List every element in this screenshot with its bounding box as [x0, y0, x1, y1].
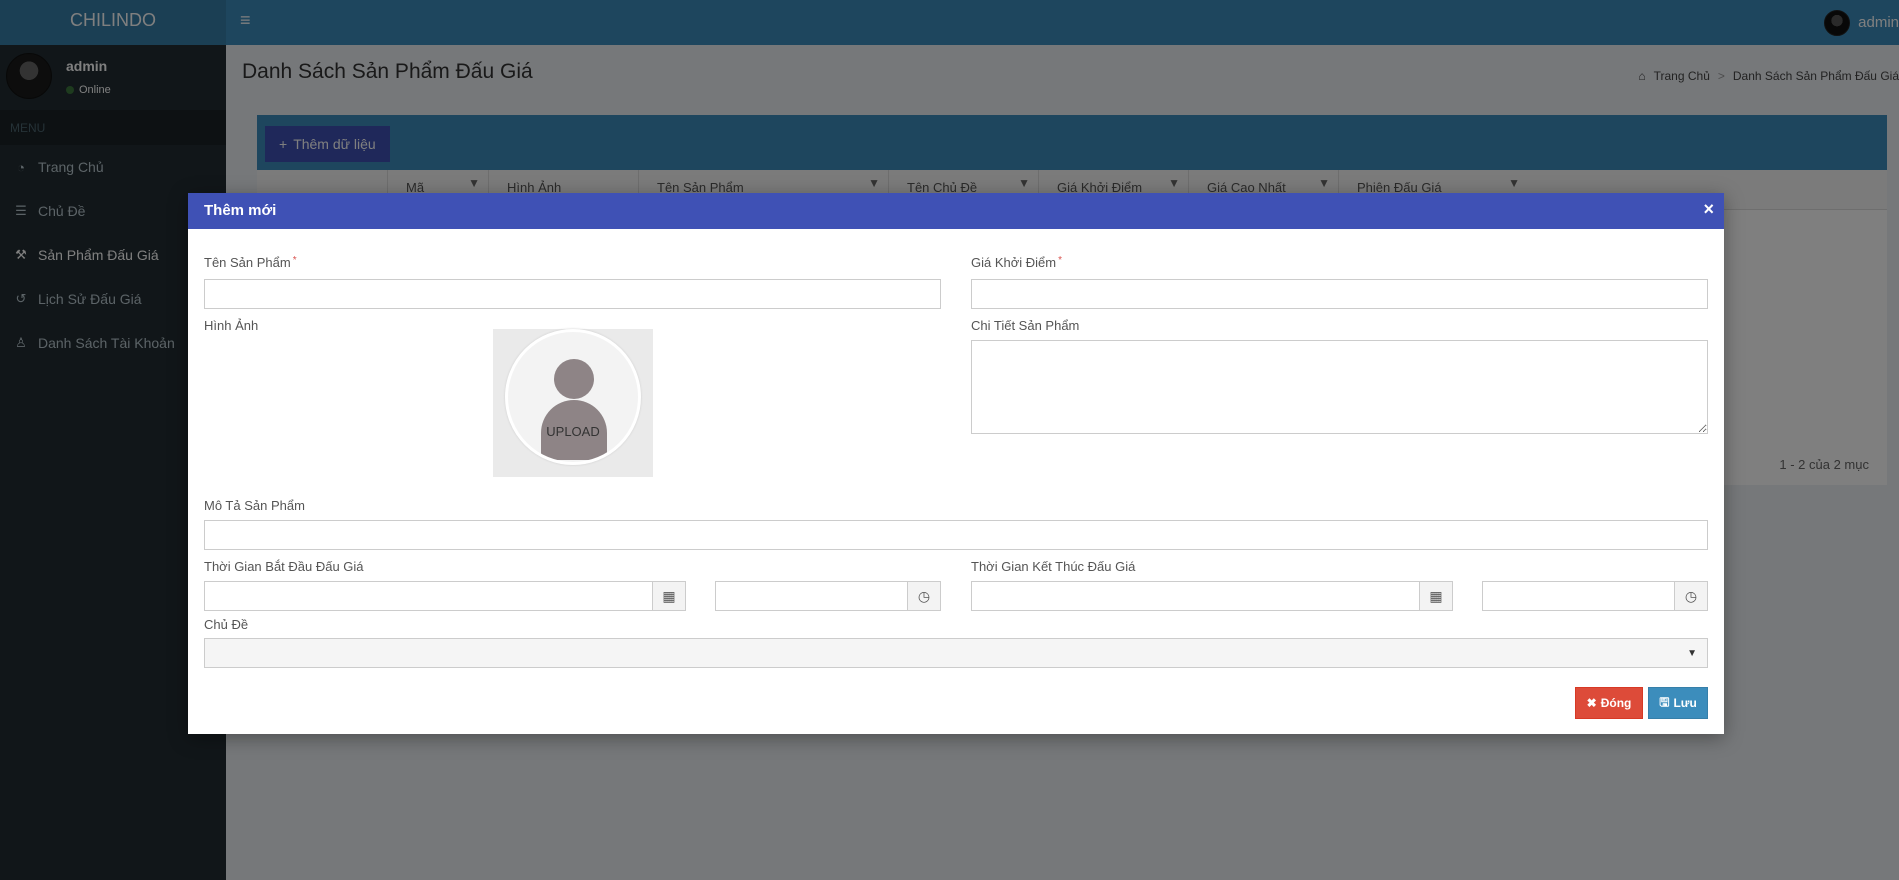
product-name-label: Tên Sản Phẩm *: [204, 255, 297, 270]
start-time-label: Thời Gian Bắt Đầu Đấu Giá: [204, 559, 364, 574]
start-price-label-text: Giá Khởi Điểm: [971, 255, 1057, 270]
detail-label: Chi Tiết Sản Phẩm: [971, 318, 1080, 333]
user-placeholder-icon: [554, 359, 594, 399]
start-price-label: Giá Khởi Điểm *: [971, 255, 1062, 270]
start-date-picker[interactable]: ▦: [204, 581, 686, 611]
add-product-modal: Thêm mới × Tên Sản Phẩm * Giá Khởi Điểm * …: [188, 193, 1724, 734]
required-marker: *: [1058, 255, 1063, 266]
category-select[interactable]: ▼: [204, 638, 1708, 668]
close-button-label: Đóng: [1600, 696, 1632, 710]
close-button[interactable]: ✖ Đóng: [1575, 687, 1643, 719]
clock-icon[interactable]: ◷: [1674, 582, 1707, 610]
end-time-label: Thời Gian Kết Thúc Đấu Giá: [971, 559, 1136, 574]
caret-down-icon: ▼: [1687, 648, 1697, 659]
close-icon[interactable]: ×: [1703, 199, 1714, 220]
image-label: Hình Ảnh: [204, 318, 259, 333]
detail-textarea[interactable]: [971, 340, 1708, 434]
calendar-icon[interactable]: ▦: [652, 582, 685, 610]
required-marker: *: [292, 255, 297, 266]
product-name-label-text: Tên Sản Phẩm: [204, 255, 291, 270]
save-button-label: Lưu: [1673, 696, 1697, 710]
save-button[interactable]: 🖫 Lưu: [1648, 687, 1708, 719]
close-icon: ✖: [1586, 696, 1597, 710]
end-date-picker[interactable]: ▦: [971, 581, 1453, 611]
upload-label: UPLOAD: [546, 424, 600, 439]
modal-header: Thêm mới ×: [188, 193, 1724, 229]
image-upload-area[interactable]: UPLOAD: [493, 329, 653, 477]
clock-icon[interactable]: ◷: [907, 582, 940, 610]
start-price-input[interactable]: [971, 279, 1708, 309]
calendar-icon[interactable]: ▦: [1419, 582, 1452, 610]
upload-button[interactable]: UPLOAD: [505, 329, 641, 465]
description-input[interactable]: [204, 520, 1708, 550]
modal-title: Thêm mới: [204, 202, 277, 219]
end-time-picker[interactable]: ◷: [1482, 581, 1708, 611]
product-name-input[interactable]: [204, 279, 941, 309]
category-label: Chủ Đề: [204, 617, 249, 632]
description-label: Mô Tả Sản Phẩm: [204, 498, 305, 513]
save-icon: 🖫: [1659, 694, 1670, 709]
start-time-picker[interactable]: ◷: [715, 581, 941, 611]
